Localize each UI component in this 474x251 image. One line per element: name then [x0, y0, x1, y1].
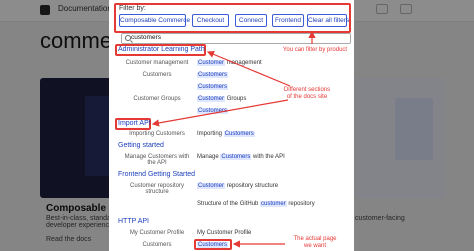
search-result[interactable]: Customers	[197, 242, 229, 248]
result-text: repository	[288, 201, 315, 207]
result-text: Groups	[226, 96, 247, 102]
section-title[interactable]: Import API	[118, 120, 151, 127]
search-result[interactable]: Customer repository structure	[197, 183, 278, 189]
result-left-label: Customer repository structure	[118, 183, 196, 195]
result-text: Profile	[234, 230, 252, 236]
search-result[interactable]: My Customer Profile	[197, 230, 251, 236]
search-result[interactable]: Structure of the GitHub customer reposit…	[197, 201, 315, 207]
section-title[interactable]: HTTP API	[118, 218, 149, 225]
search-result[interactable]: Importing Customers	[197, 131, 255, 137]
result-highlight: Customers	[197, 108, 229, 114]
result-left-line: structure	[145, 189, 169, 195]
annotation-sections: Different sections of the docs site	[272, 87, 342, 101]
result-text: repository structure	[226, 183, 279, 189]
filter-chip-composable-commerce[interactable]: Composable Commerce	[119, 14, 190, 27]
result-text: Customer	[206, 230, 233, 236]
result-highlight: Customers	[223, 131, 255, 137]
result-left-label: Customers	[142, 242, 172, 248]
result-highlight: Customer	[197, 96, 226, 102]
result-left-label: Importing Customers	[129, 131, 185, 137]
result-text: Importing	[197, 131, 223, 137]
result-left-label: Customer Groups	[133, 96, 181, 102]
annotation-line: of the docs site	[286, 94, 328, 100]
search-result[interactable]: Customer Groups	[197, 96, 246, 102]
result-text: My	[197, 230, 205, 236]
section-title[interactable]: Getting started	[118, 142, 164, 149]
result-highlight: Customers	[197, 72, 229, 78]
result-highlight: Customers	[197, 242, 229, 248]
filter-chip-frontend[interactable]: Frontend	[272, 14, 304, 27]
search-result[interactable]: Manage Customers with the API	[197, 154, 285, 160]
annotation-line: The actual page	[293, 236, 337, 242]
search-input-value: customers	[131, 34, 161, 41]
result-text: management	[226, 60, 262, 66]
result-left-label: Manage Customers with the API	[118, 154, 196, 166]
filter-chip-connect[interactable]: Connect	[235, 14, 267, 27]
result-text: Manage	[197, 154, 219, 160]
result-left-label: My Customer Profile	[129, 230, 185, 236]
result-highlight: Customer	[197, 60, 226, 66]
result-left-label: Customers	[142, 72, 172, 78]
annotation-actual-page: The actual page we want	[285, 236, 345, 250]
result-highlight: Customers	[197, 84, 229, 90]
annotation-filter: You can filter by product	[282, 47, 348, 53]
result-left-line: the API	[147, 160, 167, 166]
search-result[interactable]: Customers	[197, 108, 229, 114]
result-highlight: customer	[260, 201, 287, 207]
search-result[interactable]: Customers	[197, 84, 229, 90]
result-left-label: Customer management	[125, 60, 189, 66]
search-result[interactable]: Customers	[197, 72, 229, 78]
clear-filters-button[interactable]: Clear all filters	[307, 14, 349, 27]
result-highlight: Customer	[197, 183, 226, 189]
section-title[interactable]: Frontend Getting Started	[118, 171, 195, 178]
search-result[interactable]: Customer management	[197, 60, 262, 66]
result-text: with the API	[253, 154, 285, 160]
filter-chip-checkout[interactable]: Checkout	[192, 14, 229, 27]
result-highlight: Customers	[220, 154, 252, 160]
result-text: Structure of the GitHub	[197, 201, 259, 207]
annotation-line: Different sections	[283, 87, 331, 93]
section-title[interactable]: Administrator Learning Path	[118, 46, 205, 53]
filter-label: Filter by:	[119, 5, 146, 12]
annotation-line: we want	[303, 243, 326, 249]
